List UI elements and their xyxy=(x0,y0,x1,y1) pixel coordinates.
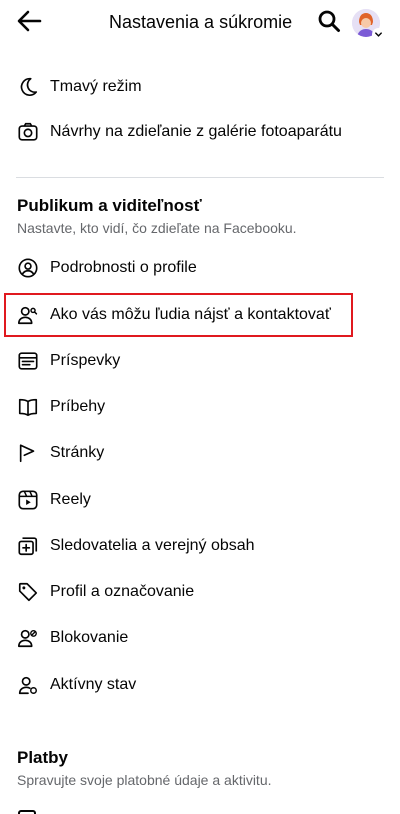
posts-item[interactable]: Príspevky xyxy=(0,339,400,383)
audience-section-subtitle: Nastavte, kto vidí, čo zdieľate na Faceb… xyxy=(17,220,297,236)
pages-label: Stránky xyxy=(50,444,105,461)
arrow-left-icon xyxy=(16,9,42,38)
chevron-down-icon xyxy=(372,28,385,41)
profile-avatar-button[interactable] xyxy=(352,9,385,41)
reels-item[interactable]: Reely xyxy=(0,478,400,522)
book-icon xyxy=(16,395,40,419)
moon-icon xyxy=(16,75,40,99)
payments-section-title: Platby xyxy=(17,748,69,767)
section-divider xyxy=(16,177,384,178)
page-title: Nastavenia a súkromie xyxy=(109,12,293,32)
pages-item[interactable]: Stránky xyxy=(0,431,400,475)
profile-tagging-label: Profil a označovanie xyxy=(50,583,195,600)
flag-icon xyxy=(16,441,40,465)
camera-icon xyxy=(16,120,40,144)
camera-roll-sharing-item[interactable]: Návrhy na zdieľanie z galérie fotoaparát… xyxy=(0,110,400,154)
followers-item[interactable]: Sledovatelia a verejný obsah xyxy=(0,524,400,568)
dark-mode-label: Tmavý režim xyxy=(50,78,142,95)
blocking-item[interactable]: Blokovanie xyxy=(0,616,400,660)
search-button[interactable] xyxy=(316,10,342,36)
profile-tagging-item[interactable]: Profil a označovanie xyxy=(0,570,400,614)
active-status-icon xyxy=(16,673,40,697)
active-status-item[interactable]: Aktívny stav xyxy=(0,663,400,707)
profile-details-item[interactable]: Podrobnosti o profile xyxy=(0,246,400,290)
back-button[interactable] xyxy=(14,9,44,37)
search-icon xyxy=(317,9,341,38)
tag-icon xyxy=(16,580,40,604)
find-and-contact-label: Ako vás môžu ľudia nájsť a kontaktovať xyxy=(50,306,331,323)
reels-icon xyxy=(16,488,40,512)
active-status-label: Aktívny stav xyxy=(50,676,137,693)
profile-circle-icon xyxy=(16,256,40,280)
stories-item[interactable]: Príbehy xyxy=(0,385,400,429)
audience-section-title: Publikum a viditeľnosť xyxy=(17,196,202,215)
blocking-label: Blokovanie xyxy=(50,629,129,646)
scrolled-list-item-bottom xyxy=(16,806,38,814)
person-search-icon xyxy=(16,303,40,327)
payments-section-subtitle: Spravujte svoje platobné údaje a aktivit… xyxy=(17,772,272,788)
posts-icon xyxy=(16,349,40,373)
dark-mode-item[interactable]: Tmavý režim xyxy=(0,65,400,109)
top-bar: Nastavenia a súkromie xyxy=(0,0,400,46)
posts-label: Príspevky xyxy=(50,352,121,369)
profile-details-label: Podrobnosti o profile xyxy=(50,259,197,276)
find-and-contact-item[interactable]: Ako vás môžu ľudia nájsť a kontaktovať xyxy=(0,293,400,337)
camera-roll-sharing-label: Návrhy na zdieľanie z galérie fotoaparát… xyxy=(50,123,342,140)
followers-icon xyxy=(16,534,40,558)
followers-label: Sledovatelia a verejný obsah xyxy=(50,537,255,554)
reels-label: Reely xyxy=(50,491,91,508)
stories-label: Príbehy xyxy=(50,398,106,415)
block-user-icon xyxy=(16,626,40,650)
